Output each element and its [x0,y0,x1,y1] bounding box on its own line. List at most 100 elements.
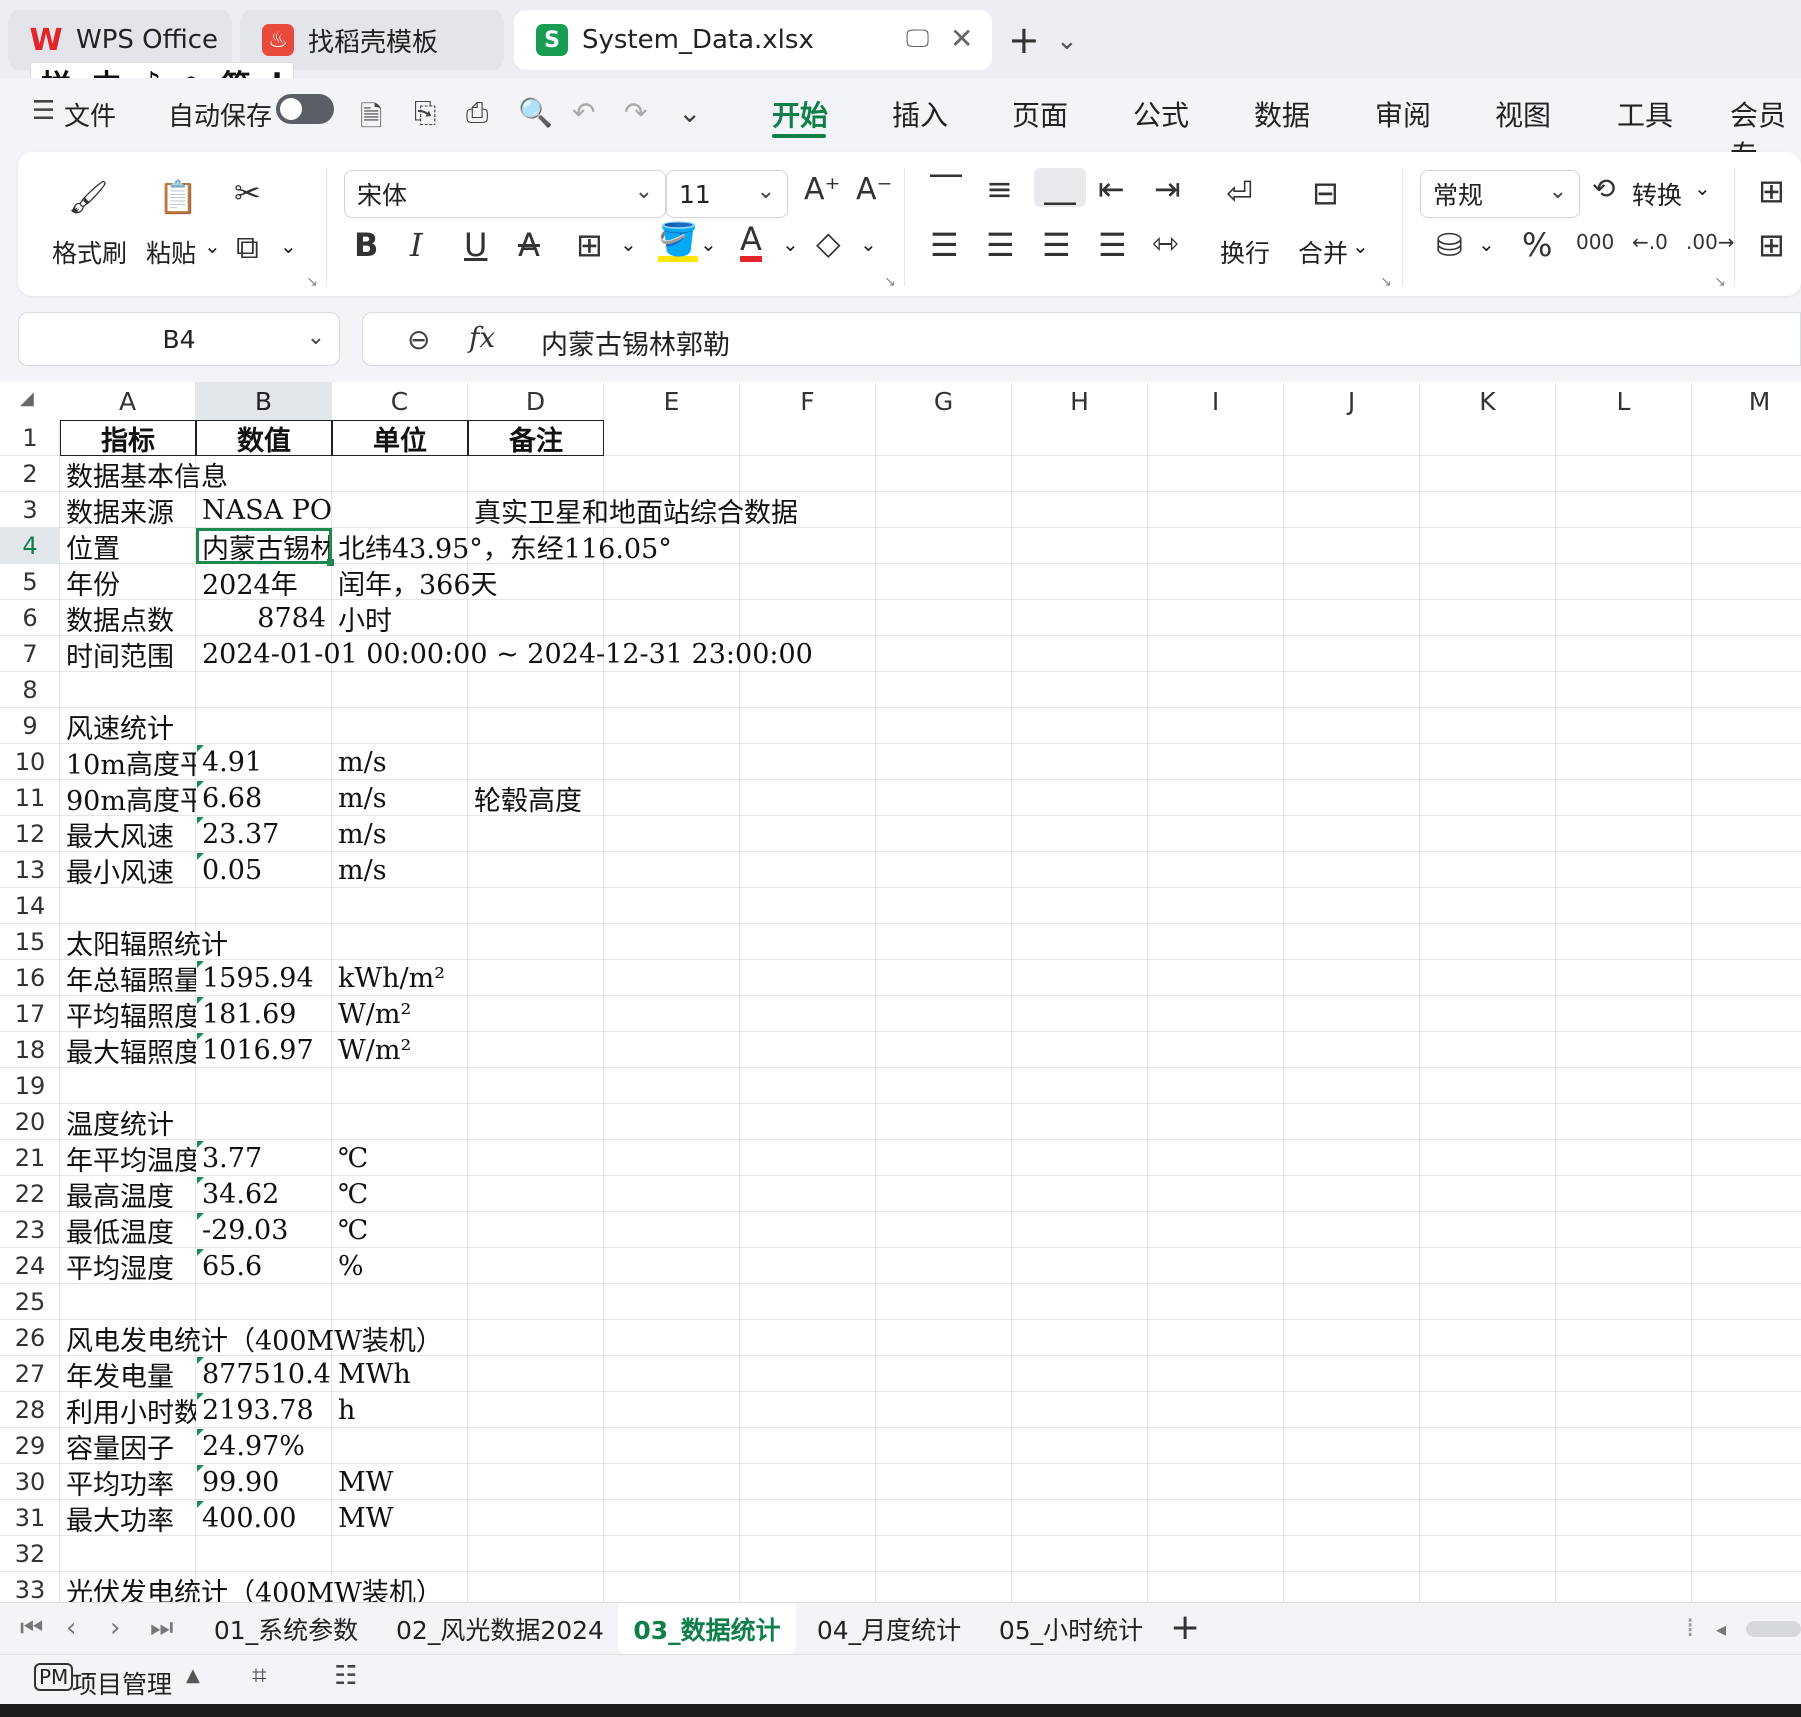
print-preview-icon[interactable]: 🔍 [518,96,553,129]
decrease-decimal-icon[interactable]: .00→ [1686,230,1735,254]
convert-button[interactable]: 转换 [1632,176,1682,212]
first-sheet-icon[interactable]: ⏮ [20,1613,43,1644]
cell-b27[interactable]: 877510.42 [196,1356,332,1392]
quick-access-more-icon[interactable]: ⌄ [678,96,701,129]
align-center-icon[interactable]: ☰ [986,226,1015,264]
percent-icon[interactable]: % [1522,226,1552,264]
undo-icon[interactable]: ↶ [572,96,595,129]
print-icon[interactable]: ⎙ [466,96,488,130]
row-header[interactable]: 18 [0,1032,60,1068]
alignment-launcher-icon[interactable]: ↘ [1380,274,1392,290]
distributed-icon[interactable]: ⇿ [1152,224,1179,262]
font-color-icon[interactable]: A [740,222,762,262]
cell-a7[interactable]: 时间范围 [60,636,196,673]
row-header[interactable]: 19 [0,1068,60,1104]
currency-icon[interactable]: ⛁ [1436,226,1463,264]
row-header[interactable]: 14 [0,888,60,924]
row-header[interactable]: 3 [0,492,60,528]
justify-icon[interactable]: ☰ [1098,226,1127,264]
header-cell[interactable]: 备注 [468,420,604,456]
cell-b17[interactable]: 181.69 [196,996,332,1032]
sheet-tab-data-statistics[interactable]: 03_数据统计 [618,1603,796,1655]
cell-a10[interactable]: 10m高度平均风速 [60,744,196,781]
cell-b30[interactable]: 99.90 [196,1464,332,1500]
cell-a23[interactable]: 最低温度 [60,1212,196,1249]
zoom-formula-icon[interactable]: ⊖ [407,323,430,356]
monitor-icon[interactable]: 🖵 [906,24,929,52]
save-icon[interactable]: 🗎 [360,96,383,144]
outline-icon[interactable]: ☷ [334,1661,357,1691]
cell-b10[interactable]: 4.91 [196,744,332,780]
row-header[interactable]: 6 [0,600,60,636]
file-menu[interactable]: 文件 [64,96,116,133]
active-cell-outline[interactable] [196,528,334,566]
menu-page[interactable]: 页面 [1012,94,1068,134]
header-cell[interactable]: 单位 [332,420,468,456]
cell-c23[interactable]: ℃ [332,1212,468,1248]
menu-data[interactable]: 数据 [1254,94,1310,134]
menu-home[interactable]: 开始 [772,94,828,134]
row-header[interactable]: 12 [0,816,60,852]
sheet-tab-wind-solar-2024[interactable]: 02_风光数据2024 [384,1603,616,1655]
cell-c6[interactable]: 小时 [332,600,468,637]
cell-a18[interactable]: 最大辐照度 [60,1032,196,1069]
cell-a27[interactable]: 年发电量 [60,1356,196,1393]
fill-color-icon[interactable]: 🪣 [658,222,698,262]
column-header[interactable]: F [740,382,876,420]
column-header[interactable]: A [60,382,196,420]
cell-c22[interactable]: ℃ [332,1176,468,1212]
redo-icon[interactable]: ↷ [624,96,647,129]
cell-a16[interactable]: 年总辐照量 [60,960,196,997]
image-tool-icon[interactable]: ⌗ [252,1661,267,1692]
row-header[interactable]: 21 [0,1140,60,1176]
cell-b21[interactable]: 3.77 [196,1140,332,1176]
cell-b6[interactable]: 8784 [196,600,332,636]
align-left-icon[interactable]: ☰ [930,226,959,264]
convert-chevron-icon[interactable]: ⌄ [1694,176,1711,200]
clear-format-icon[interactable]: ◇ [816,224,841,262]
tab-docer-templates[interactable]: ♨ 找稻壳模板 [240,10,504,70]
copy-chevron-icon[interactable]: ⌄ [280,234,297,258]
column-header[interactable]: E [604,382,740,420]
border-icon[interactable]: ⊞ [576,226,603,264]
cell-a11[interactable]: 90m高度平均风速 [60,780,196,817]
cell-b7[interactable]: 2024-01-01 00:00:00 ~ 2024-12-31 23:00:0… [196,636,813,672]
cell-c27[interactable]: MWh [332,1356,468,1392]
menu-insert[interactable]: 插入 [892,94,948,134]
row-header[interactable]: 20 [0,1104,60,1140]
strikethrough-icon[interactable]: A [518,226,540,264]
merge-cells-button[interactable]: 合并 [1298,234,1348,270]
cell-c16[interactable]: kWh/m² [332,960,468,996]
number-format-select[interactable]: 常规 ⌄ [1420,170,1580,218]
increase-indent-icon[interactable]: ⇥ [1154,170,1181,208]
align-bottom-icon[interactable]: ⎽ [1034,168,1087,207]
increase-decimal-icon[interactable]: ←.0 [1632,230,1668,254]
cell-b24[interactable]: 65.6 [196,1248,332,1284]
select-all-icon[interactable]: ◢ [20,388,34,409]
cell-b18[interactable]: 1016.97 [196,1032,332,1068]
bold-icon[interactable]: B [354,226,378,264]
chevron-down-icon[interactable]: ⌄ [307,325,325,350]
cell-c4[interactable]: 北纬43.95°，东经116.05° [332,528,672,565]
sheet-tab-system-params[interactable]: 01_系统参数 [196,1603,376,1655]
tab-system-data[interactable]: S System_Data.xlsx 🖵 ✕ [514,10,992,70]
menu-tools[interactable]: 工具 [1617,94,1673,134]
font-size-select[interactable]: 11 ⌄ [666,170,788,218]
row-header[interactable]: 7 [0,636,60,672]
currency-chevron-icon[interactable]: ⌄ [1478,232,1495,256]
cell-a28[interactable]: 利用小时数 [60,1392,196,1429]
row-header[interactable]: 27 [0,1356,60,1392]
cell-c24[interactable]: % [332,1248,468,1284]
row-header[interactable]: 13 [0,852,60,888]
border-chevron-icon[interactable]: ⌄ [620,232,637,256]
row-header[interactable]: 30 [0,1464,60,1500]
row-header[interactable]: 2 [0,456,60,492]
cell-a22[interactable]: 最高温度 [60,1176,196,1213]
cell-a20[interactable]: 温度统计 [60,1104,196,1141]
align-middle-icon[interactable]: ≡ [986,170,1013,208]
next-sheet-icon[interactable]: › [110,1613,120,1643]
cell-b28[interactable]: 2193.78 [196,1392,332,1428]
cell-a9[interactable]: 风速统计 [60,708,196,745]
row-header[interactable]: 5 [0,564,60,600]
cell-b22[interactable]: 34.62 [196,1176,332,1212]
